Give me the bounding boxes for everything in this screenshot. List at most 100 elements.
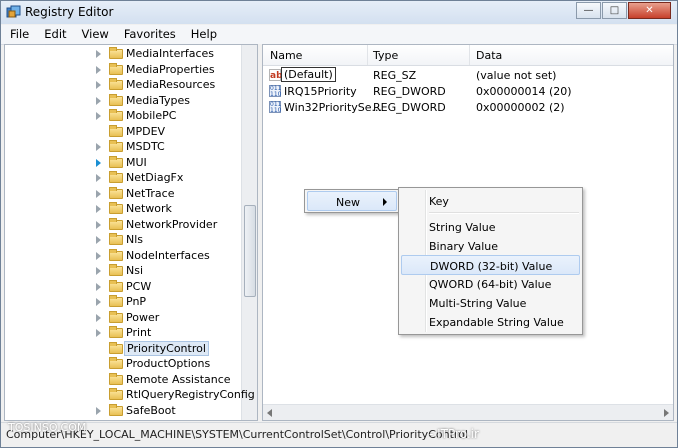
expand-arrow-icon[interactable]	[96, 282, 101, 291]
expand-arrow-icon[interactable]	[96, 174, 101, 182]
folder-icon	[109, 295, 123, 307]
scroll-left-icon[interactable]	[267, 409, 272, 417]
tree-item[interactable]: MPDEV	[5, 124, 243, 140]
tree-item[interactable]: Nsi	[5, 264, 243, 279]
submenu-item[interactable]: QWORD (64-bit) Value	[401, 274, 580, 294]
tree-item[interactable]: NetDiagFx	[5, 171, 243, 186]
folder-icon	[109, 248, 123, 261]
submenu-item-label: QWORD (64-bit) Value	[429, 278, 552, 291]
folder-icon	[109, 202, 123, 214]
context-menu: New	[304, 189, 400, 213]
tree-item-label: MediaResources	[126, 78, 216, 91]
expand-arrow-icon[interactable]	[96, 143, 101, 151]
submenu-item[interactable]: Binary Value	[401, 236, 580, 256]
expand-arrow-icon[interactable]	[96, 96, 101, 105]
tree-item[interactable]: RtlQueryRegistryConfig	[5, 388, 255, 403]
tree-item[interactable]: NetTrace	[5, 186, 243, 202]
expand-arrow-icon[interactable]	[96, 251, 101, 260]
menu-view[interactable]: View	[73, 25, 115, 44]
tree-scroll-thumb[interactable]	[244, 205, 256, 297]
submenu-item[interactable]: Expandable String Value	[401, 312, 580, 332]
menu-help[interactable]: Help	[182, 25, 223, 44]
submenu-item[interactable]: String Value	[401, 217, 580, 237]
tree-item[interactable]: Network	[5, 202, 243, 217]
maximize-button[interactable]: □	[602, 2, 627, 19]
expand-arrow-icon[interactable]	[96, 267, 101, 275]
minimize-button[interactable]: —	[576, 2, 601, 19]
expand-arrow-icon[interactable]	[96, 65, 101, 74]
folder-icon	[109, 140, 123, 152]
tree-item[interactable]: MUI	[5, 155, 243, 171]
folder-icon	[109, 47, 123, 59]
tree-item[interactable]: SafeBoot	[5, 403, 243, 419]
submenu-item[interactable]: DWORD (32-bit) Value	[401, 255, 580, 275]
tree-item[interactable]: MediaResources	[5, 78, 243, 93]
tree-item[interactable]: MediaTypes	[5, 93, 243, 109]
column-type-header[interactable]: Type	[373, 49, 398, 62]
tree-item-label: MPDEV	[126, 124, 166, 138]
tree-vertical-scrollbar[interactable]	[241, 45, 257, 420]
tree-item-label: Nls	[126, 233, 144, 246]
expand-arrow-icon[interactable]	[96, 189, 101, 198]
expand-arrow-icon[interactable]	[96, 158, 101, 167]
tree-item[interactable]: MediaInterfaces	[5, 47, 243, 62]
value-name: Win32PrioritySe...	[284, 101, 383, 114]
tree-item-label: SafeBoot	[126, 403, 176, 417]
tree-item[interactable]: NetworkProvider	[5, 217, 243, 233]
folder-icon	[109, 78, 123, 90]
expand-arrow-icon[interactable]	[96, 220, 101, 229]
registry-value-row[interactable]: ab (Default) REG_SZ (value not set)	[263, 67, 663, 84]
tree-item[interactable]: ProductOptions	[5, 357, 243, 372]
context-menu-new[interactable]: New	[307, 191, 397, 211]
tree-item[interactable]: Power	[5, 310, 243, 326]
title-bar[interactable]: Registry Editor — □ ✕	[1, 1, 677, 24]
value-data: 0x00000002 (2)	[476, 101, 565, 114]
folder-icon	[109, 326, 123, 338]
value-data: 0x00000014 (20)	[476, 85, 572, 98]
registry-value-row[interactable]: 011 110 IRQ15Priority REG_DWORD 0x00000014 …	[263, 84, 663, 100]
list-horizontal-scrollbar[interactable]	[263, 404, 673, 420]
expand-arrow-icon[interactable]	[96, 112, 101, 120]
tree-item-label: Remote Assistance	[126, 372, 231, 386]
expand-arrow-icon[interactable]	[96, 298, 101, 306]
expand-arrow-icon[interactable]	[96, 313, 101, 322]
tree-item[interactable]: PCW	[5, 279, 243, 295]
menu-favorites[interactable]: Favorites	[115, 25, 182, 44]
tree-item[interactable]: Print	[5, 326, 243, 341]
scroll-right-icon[interactable]	[664, 409, 669, 417]
column-data-header[interactable]: Data	[476, 49, 502, 62]
tree-item[interactable]: NodeInterfaces	[5, 248, 243, 264]
registry-value-row[interactable]: 011 110 Win32PrioritySe... REG_DWORD 0x0000…	[263, 100, 663, 116]
submenu-item-label: Expandable String Value	[429, 316, 564, 329]
value-type: REG_DWORD	[373, 85, 446, 98]
tree-item[interactable]: Remote Assistance	[5, 372, 243, 388]
close-button[interactable]: ✕	[628, 2, 671, 19]
tree-item[interactable]: PnP	[5, 295, 243, 310]
menu-edit[interactable]: Edit	[35, 25, 72, 44]
tree-item[interactable]: MSDTC	[5, 140, 243, 155]
tree-item-label: MediaProperties	[126, 62, 215, 76]
submenu-item-label: Multi-String Value	[429, 297, 527, 310]
tree-item-label: RtlQueryRegistryConfig	[126, 388, 255, 401]
submenu-item[interactable]: Key	[401, 191, 580, 211]
column-name-header[interactable]: Name	[270, 49, 302, 62]
menu-file[interactable]: File	[1, 25, 35, 44]
tree-item[interactable]: Nls	[5, 233, 243, 248]
expand-arrow-icon[interactable]	[96, 329, 101, 337]
tree-item-label: MUI	[126, 155, 147, 169]
expand-arrow-icon[interactable]	[96, 205, 101, 213]
folder-icon	[109, 279, 123, 292]
expand-arrow-icon[interactable]	[96, 236, 101, 244]
value-name[interactable]: (Default)	[281, 67, 336, 82]
tree-item-label: PnP	[126, 295, 147, 308]
expand-arrow-icon[interactable]	[96, 50, 101, 58]
new-label: New	[336, 196, 360, 209]
tree-item[interactable]: MobilePC	[5, 109, 243, 124]
submenu-item[interactable]: Multi-String Value	[401, 293, 580, 313]
expand-arrow-icon[interactable]	[96, 81, 101, 89]
tree-item[interactable]: PriorityControl	[5, 340, 243, 357]
tree-item[interactable]: MediaProperties	[5, 62, 243, 78]
key-tree-pane[interactable]: MediaInterfaces MediaProperties MediaResou…	[4, 44, 258, 421]
value-type: REG_DWORD	[373, 101, 446, 114]
expand-arrow-icon[interactable]	[96, 406, 101, 415]
